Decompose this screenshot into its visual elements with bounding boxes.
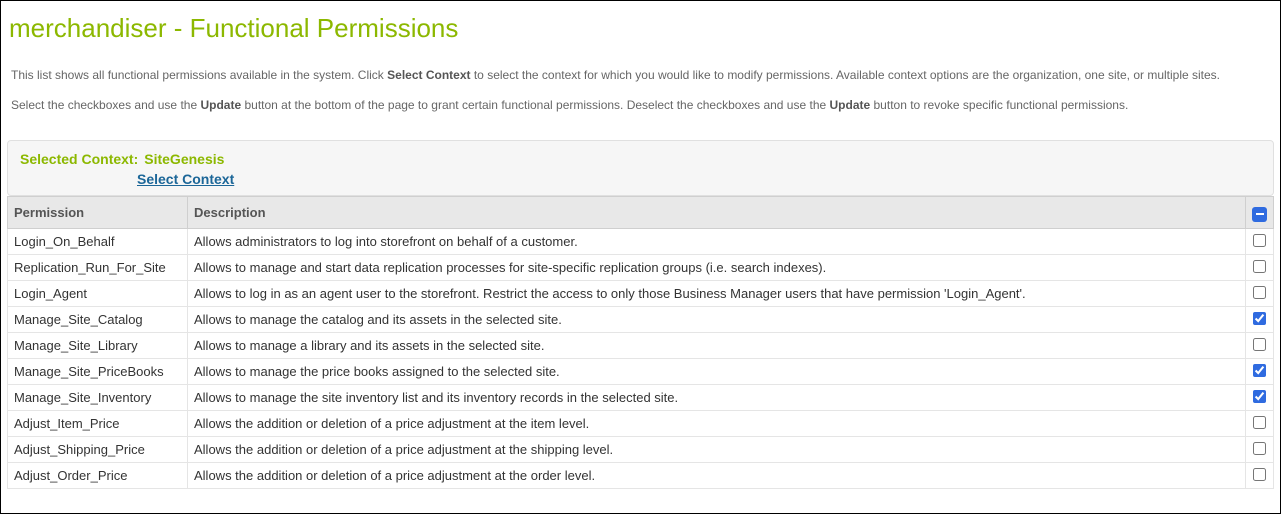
permission-name: Adjust_Item_Price	[8, 411, 188, 437]
page-title: merchandiser - Functional Permissions	[1, 1, 1280, 52]
select-context-link[interactable]: Select Context	[137, 171, 234, 187]
context-box: Selected Context: SiteGenesis Select Con…	[7, 140, 1274, 196]
table-row: Manage_Site_PriceBooksAllows to manage t…	[8, 359, 1274, 385]
permission-description: Allows to manage a library and its asset…	[188, 333, 1246, 359]
header-description: Description	[188, 197, 1246, 229]
permission-checkbox[interactable]	[1253, 312, 1266, 325]
permission-checkbox[interactable]	[1253, 260, 1266, 273]
context-value: SiteGenesis	[144, 151, 224, 167]
intro-update-bold-1: Update	[200, 98, 241, 112]
permission-description: Allows administrators to log into storef…	[188, 229, 1246, 255]
permission-name: Adjust_Shipping_Price	[8, 437, 188, 463]
permission-checkbox[interactable]	[1253, 442, 1266, 455]
intro-text-part1: This list shows all functional permissio…	[11, 68, 387, 82]
intro-line2-part3: button to revoke specific functional per…	[870, 98, 1128, 112]
permission-checkbox[interactable]	[1253, 338, 1266, 351]
permission-checkbox[interactable]	[1253, 468, 1266, 481]
permission-checkbox[interactable]	[1253, 416, 1266, 429]
permission-name: Login_On_Behalf	[8, 229, 188, 255]
permission-checkbox[interactable]	[1253, 234, 1266, 247]
permission-description: Allows to manage the site inventory list…	[188, 385, 1246, 411]
permission-checkbox[interactable]	[1253, 286, 1266, 299]
permission-checkbox-cell	[1246, 463, 1274, 489]
permission-description: Allows to manage and start data replicat…	[188, 255, 1246, 281]
permission-name: Manage_Site_Inventory	[8, 385, 188, 411]
intro-paragraph-2: Select the checkboxes and use the Update…	[1, 88, 1280, 134]
permission-checkbox-cell	[1246, 255, 1274, 281]
permission-checkbox-cell	[1246, 359, 1274, 385]
table-row: Login_AgentAllows to log in as an agent …	[8, 281, 1274, 307]
permission-description: Allows to manage the price books assigne…	[188, 359, 1246, 385]
permission-name: Login_Agent	[8, 281, 188, 307]
permission-name: Manage_Site_Library	[8, 333, 188, 359]
table-row: Adjust_Item_PriceAllows the addition or …	[8, 411, 1274, 437]
permission-checkbox[interactable]	[1253, 364, 1266, 377]
table-row: Adjust_Order_PriceAllows the addition or…	[8, 463, 1274, 489]
permission-checkbox-cell	[1246, 437, 1274, 463]
permission-checkbox-cell	[1246, 229, 1274, 255]
permission-name: Adjust_Order_Price	[8, 463, 188, 489]
intro-select-context-bold: Select Context	[387, 68, 470, 82]
table-row: Manage_Site_CatalogAllows to manage the …	[8, 307, 1274, 333]
permission-description: Allows the addition or deletion of a pri…	[188, 411, 1246, 437]
indeterminate-icon[interactable]	[1252, 207, 1267, 222]
intro-text-part2: to select the context for which you woul…	[471, 68, 1221, 82]
context-line: Selected Context: SiteGenesis	[20, 151, 1261, 167]
intro-paragraph-1: This list shows all functional permissio…	[1, 52, 1280, 88]
permission-checkbox-cell	[1246, 385, 1274, 411]
header-check-all[interactable]	[1246, 197, 1274, 229]
table-row: Manage_Site_InventoryAllows to manage th…	[8, 385, 1274, 411]
permission-checkbox-cell	[1246, 281, 1274, 307]
intro-line2-part2: button at the bottom of the page to gran…	[241, 98, 829, 112]
table-row: Manage_Site_LibraryAllows to manage a li…	[8, 333, 1274, 359]
permission-name: Replication_Run_For_Site	[8, 255, 188, 281]
permission-checkbox[interactable]	[1253, 390, 1266, 403]
permission-description: Allows to manage the catalog and its ass…	[188, 307, 1246, 333]
permission-checkbox-cell	[1246, 411, 1274, 437]
context-label: Selected Context:	[20, 151, 138, 167]
permission-checkbox-cell	[1246, 333, 1274, 359]
permission-description: Allows the addition or deletion of a pri…	[188, 463, 1246, 489]
permission-description: Allows to log in as an agent user to the…	[188, 281, 1246, 307]
table-row: Adjust_Shipping_PriceAllows the addition…	[8, 437, 1274, 463]
table-row: Replication_Run_For_SiteAllows to manage…	[8, 255, 1274, 281]
permission-name: Manage_Site_PriceBooks	[8, 359, 188, 385]
intro-update-bold-2: Update	[830, 98, 871, 112]
table-row: Login_On_BehalfAllows administrators to …	[8, 229, 1274, 255]
permission-description: Allows the addition or deletion of a pri…	[188, 437, 1246, 463]
permission-name: Manage_Site_Catalog	[8, 307, 188, 333]
header-permission: Permission	[8, 197, 188, 229]
permission-checkbox-cell	[1246, 307, 1274, 333]
intro-line2-part1: Select the checkboxes and use the	[11, 98, 200, 112]
permissions-table: Permission Description Login_On_BehalfAl…	[7, 196, 1274, 489]
